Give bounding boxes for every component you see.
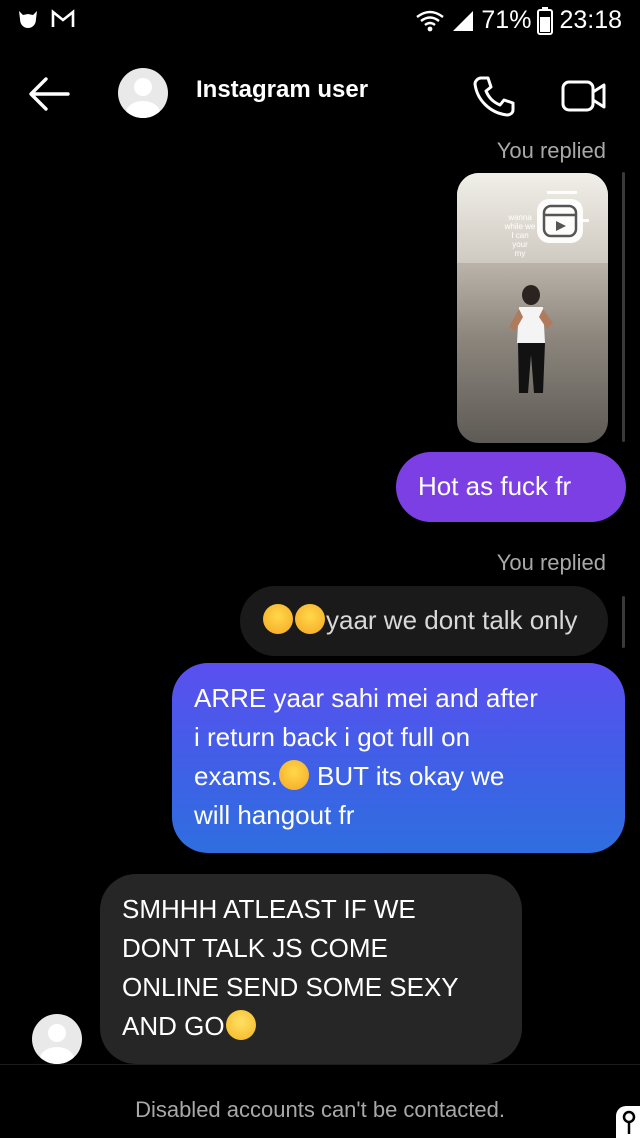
back-button[interactable] (26, 74, 72, 114)
message-sent[interactable]: ARRE yaar sahi mei and after i return ba… (172, 663, 625, 853)
cat-icon (19, 11, 37, 28)
message-line: ARRE yaar sahi mei and after (194, 683, 538, 713)
crying-emoji-icon (263, 604, 293, 634)
avatar-icon (126, 78, 160, 118)
message-sent[interactable]: Hot as fuck fr (396, 452, 626, 522)
message-line: DONT TALK JS COME (122, 933, 388, 963)
reel-person (509, 285, 553, 393)
video-call-button[interactable] (560, 78, 608, 114)
composer-disabled-footer: Disabled accounts can't be contacted. (0, 1064, 640, 1138)
phone-icon (473, 76, 515, 117)
message-text: Hot as fuck fr (418, 471, 572, 501)
reel-light (547, 191, 577, 194)
signal-icon (453, 10, 474, 31)
crying-emoji-icon (295, 604, 325, 634)
status-left-icons (16, 8, 76, 30)
message-line: i return back i got full on (194, 722, 471, 752)
audio-call-button[interactable] (472, 74, 516, 118)
contact-name[interactable]: Instagram user (196, 76, 368, 104)
replied-label: You replied (496, 138, 606, 163)
eye-roll-emoji-icon (225, 1010, 256, 1040)
avatar-icon (40, 1024, 74, 1064)
battery-percent: 71% (481, 6, 532, 34)
message-line: BUT its okay we (309, 761, 505, 791)
quoted-text: yaar we dont talk only (326, 605, 578, 635)
message-line: ONLINE SEND SOME SEXY (122, 972, 459, 1002)
video-camera-icon (561, 80, 606, 112)
shared-reel[interactable]: wanna while we I can your my (457, 173, 608, 443)
message-line-group: AND GO (122, 1007, 500, 1046)
key-icon[interactable] (616, 1106, 640, 1138)
crying-emoji-icon (278, 760, 309, 790)
message-line: AND GO (122, 1011, 225, 1041)
status-right: 71% 23:18 (415, 6, 622, 35)
message-received[interactable]: SMHHH ATLEAST IF WE DONT TALK JS COME ON… (100, 874, 522, 1064)
replied-label: You replied (496, 550, 606, 575)
message-line: SMHHH ATLEAST IF WE (122, 894, 416, 924)
wifi-icon (416, 10, 445, 31)
contact-avatar[interactable] (118, 68, 168, 118)
message-line: exams. (194, 761, 278, 791)
message-line: will hangout fr (194, 800, 355, 830)
status-bar: 71% 23:18 (0, 0, 640, 44)
sender-avatar[interactable] (32, 1014, 82, 1064)
reel-caption-line: my (514, 249, 526, 258)
chat-header: Instagram user (0, 56, 640, 128)
disabled-notice: Disabled accounts can't be contacted. (135, 1097, 505, 1122)
reel-scroll-indicator (622, 172, 625, 442)
clock: 23:18 (559, 6, 622, 34)
quoted-message[interactable]: yaar we dont talk only (240, 586, 608, 656)
back-arrow-icon (29, 77, 70, 111)
battery-icon (537, 6, 554, 35)
gmail-icon (51, 9, 75, 27)
quote-indicator (622, 596, 625, 648)
reel-icon (537, 199, 583, 243)
message-line-group: exams. BUT its okay we (194, 757, 603, 796)
